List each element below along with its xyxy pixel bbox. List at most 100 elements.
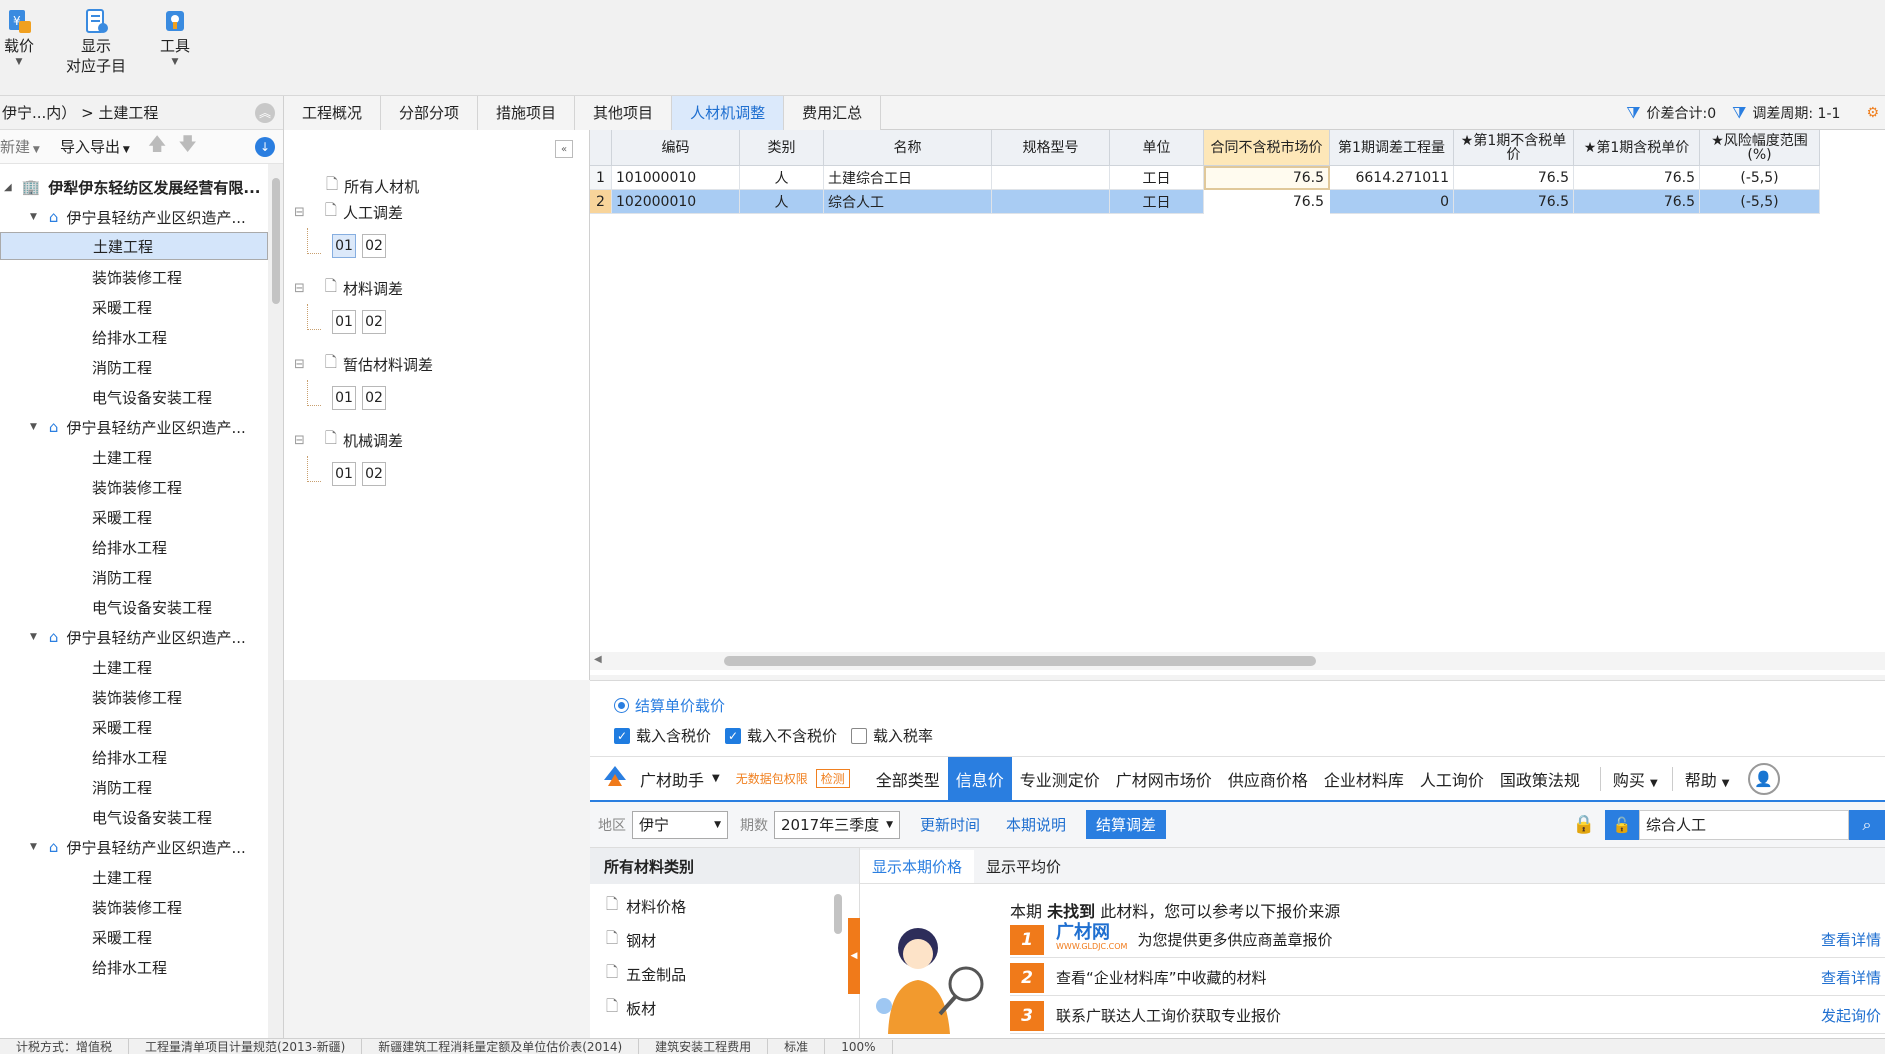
tab-measures[interactable]: 措施项目 <box>478 95 576 130</box>
new-button[interactable]: 新建 ▼ <box>0 136 46 157</box>
period-box-01[interactable]: 01 <box>332 386 356 410</box>
source-tab[interactable]: 国政策法规 <box>1492 757 1588 801</box>
grid-col-header[interactable]: ★风险幅度范围(%) <box>1700 130 1820 166</box>
grid-col-header[interactable]: ★第1期含税单价 <box>1574 130 1700 166</box>
settle-price-radio[interactable]: 结算单价载价 <box>614 695 725 716</box>
tree-group[interactable]: ▼ ⌂ 伊宁县轻纺产业区织造产... <box>0 202 268 232</box>
tree-item[interactable]: 采暖工程 <box>0 922 268 952</box>
tab-average-price[interactable]: 显示平均价 <box>974 850 1073 883</box>
period-box-02[interactable]: 02 <box>362 462 386 486</box>
import-export-button[interactable]: 导入导出 ▼ <box>60 136 130 157</box>
tab-cost-summary[interactable]: 费用汇总 <box>784 95 882 130</box>
grid-col-header[interactable]: 第1期调差工程量 <box>1330 130 1454 166</box>
period-box-02[interactable]: 02 <box>362 310 386 334</box>
category-item[interactable]: 🗋 五金制品 <box>606 962 686 987</box>
all-materials-item[interactable]: 🗋 所有人材机 <box>326 174 419 199</box>
lock-icon[interactable]: 🔒 <box>1573 814 1595 835</box>
source-tab[interactable]: 信息价 <box>947 756 1012 801</box>
arrow-up-icon[interactable]: 🡅 <box>148 132 167 162</box>
adjust-group[interactable]: ⊟ 🗋 机械调差 <box>294 428 403 453</box>
tools-button[interactable]: 工具 ▼ <box>160 6 190 68</box>
tree-item[interactable]: 电气设备安装工程 <box>0 802 268 832</box>
grid-col-header[interactable]: 类别 <box>740 130 824 166</box>
expand-arrow-icon[interactable]: ▼ <box>30 422 37 432</box>
source-tab[interactable]: 专业测定价 <box>1012 757 1108 801</box>
grid-col-header[interactable]: 合同不含税市场价 <box>1204 130 1330 166</box>
expand-arrow-icon[interactable]: ◢ <box>4 182 12 193</box>
tree-group[interactable]: ▼ ⌂ 伊宁县轻纺产业区织造产... <box>0 832 268 862</box>
tree-group[interactable]: ▼ ⌂ 伊宁县轻纺产业区织造产... <box>0 622 268 652</box>
chevron-down-icon[interactable]: ▼ <box>712 773 720 784</box>
tab-project-overview[interactable]: 工程概况 <box>284 95 382 130</box>
expand-arrow-icon[interactable]: ▼ <box>30 212 37 222</box>
collapse-panel-icon[interactable]: ◀ <box>848 918 860 994</box>
collapse-icon[interactable]: ⊟ <box>294 205 305 220</box>
expand-arrow-icon[interactable]: ▼ <box>30 632 37 642</box>
tree-item[interactable]: 给排水工程 <box>0 532 268 562</box>
grid-cell[interactable]: 76.5 <box>1204 166 1330 190</box>
expand-arrow-icon[interactable]: ▼ <box>30 842 37 852</box>
settle-adjust-button[interactable]: 结算调差 <box>1086 810 1167 839</box>
category-item[interactable]: 🗋 板材 <box>606 996 656 1021</box>
source-tab[interactable]: 广材网市场价 <box>1108 757 1220 801</box>
tree-item[interactable]: 给排水工程 <box>0 952 268 982</box>
source-row[interactable]: 3 联系广联达人工询价获取专业报价 发起询价 <box>1010 998 1885 1034</box>
search-icon[interactable]: ⌕ <box>1849 809 1885 840</box>
period-explain-link[interactable]: 本期说明 <box>1006 814 1066 835</box>
source-tab[interactable]: 企业材料库 <box>1316 757 1412 801</box>
collapse-up-icon[interactable]: ︽ <box>255 102 275 123</box>
tree-item[interactable]: 装饰装修工程 <box>0 262 268 292</box>
category-item[interactable]: 🗋 材料价格 <box>606 894 686 919</box>
tree-item[interactable]: 消防工程 <box>0 562 268 592</box>
tree-scrollbar[interactable] <box>268 164 283 1038</box>
settings-icon[interactable]: ⚙ <box>1866 105 1879 121</box>
collapse-icon[interactable]: ⊟ <box>294 357 305 372</box>
adjust-group[interactable]: ⊟ 🗋 暂估材料调差 <box>294 352 433 377</box>
tab-items[interactable]: 分部分项 <box>381 95 479 130</box>
tree-item[interactable]: 装饰装修工程 <box>0 892 268 922</box>
show-subitem-button[interactable]: 显示 对应子目 <box>66 6 126 76</box>
grid-col-header[interactable]: 名称 <box>824 130 992 166</box>
tree-group[interactable]: ▼ ⌂ 伊宁县轻纺产业区织造产... <box>0 412 268 442</box>
source-link[interactable]: 查看详情 <box>1821 967 1881 988</box>
load-tax-price-checkbox[interactable]: ✓ <box>614 727 630 744</box>
source-link[interactable]: 发起询价 <box>1821 1005 1881 1026</box>
period-select[interactable]: 2017年三季度 ▼ <box>774 810 900 839</box>
adjust-group[interactable]: ⊟ 🗋 材料调差 <box>294 276 403 301</box>
tree-item[interactable]: 土建工程 <box>0 442 268 472</box>
collapse-icon[interactable]: ⊟ <box>294 281 305 296</box>
tree-item[interactable]: 消防工程 <box>0 352 268 382</box>
tab-current-price[interactable]: 显示本期价格 <box>860 850 975 883</box>
adjust-group[interactable]: ⊟ 🗋 人工调差 <box>294 200 403 225</box>
buy-menu[interactable]: 购买 ▼ <box>1599 766 1658 791</box>
check-button[interactable]: 检测 <box>815 769 850 788</box>
period-box-02[interactable]: 02 <box>362 234 386 258</box>
source-tab[interactable]: 供应商价格 <box>1220 757 1316 801</box>
tree-item[interactable]: 土建工程 <box>0 652 268 682</box>
unlock-icon[interactable]: 🔓 <box>1605 809 1639 840</box>
material-search-input[interactable]: 综合人工 <box>1639 809 1849 840</box>
tree-item[interactable]: 给排水工程 <box>0 322 268 352</box>
tree-item[interactable]: 消防工程 <box>0 772 268 802</box>
tree-item[interactable]: 采暖工程 <box>0 502 268 532</box>
load-price-button[interactable]: ¥ 载价 ▼ <box>4 6 34 68</box>
grid-col-header[interactable]: ★第1期不含税单价 <box>1454 130 1574 166</box>
arrow-down-icon[interactable]: 🡇 <box>178 132 197 162</box>
scroll-left-icon[interactable]: ◀ <box>594 654 602 665</box>
source-link[interactable]: 查看详情 <box>1821 929 1881 950</box>
user-avatar-icon[interactable]: 👤 <box>1747 762 1780 795</box>
grid-hscrollbar[interactable]: ◀ <box>590 652 1885 670</box>
period-box-01[interactable]: 01 <box>332 462 356 486</box>
gcw-brand[interactable]: 广材助手 <box>640 767 704 791</box>
source-row[interactable]: 2 查看“企业材料库”中收藏的材料 查看详情 <box>1010 960 1885 996</box>
source-row[interactable]: 1 广材网 WWW.GLDJC.COM 为您提供更多供应商盖章报价 查看详情 <box>1010 922 1885 958</box>
tree-item[interactable]: 电气设备安装工程 <box>0 382 268 412</box>
collapse-left-icon[interactable]: « <box>555 140 573 158</box>
tree-item[interactable]: 给排水工程 <box>0 742 268 772</box>
tree-item[interactable]: 装饰装修工程 <box>0 472 268 502</box>
collapse-icon[interactable]: ⊟ <box>294 433 305 448</box>
download-icon[interactable]: ↓ <box>255 136 275 157</box>
tab-other[interactable]: 其他项目 <box>575 95 673 130</box>
tree-item[interactable]: 土建工程 <box>0 232 268 260</box>
period-box-01[interactable]: 01 <box>332 310 356 334</box>
